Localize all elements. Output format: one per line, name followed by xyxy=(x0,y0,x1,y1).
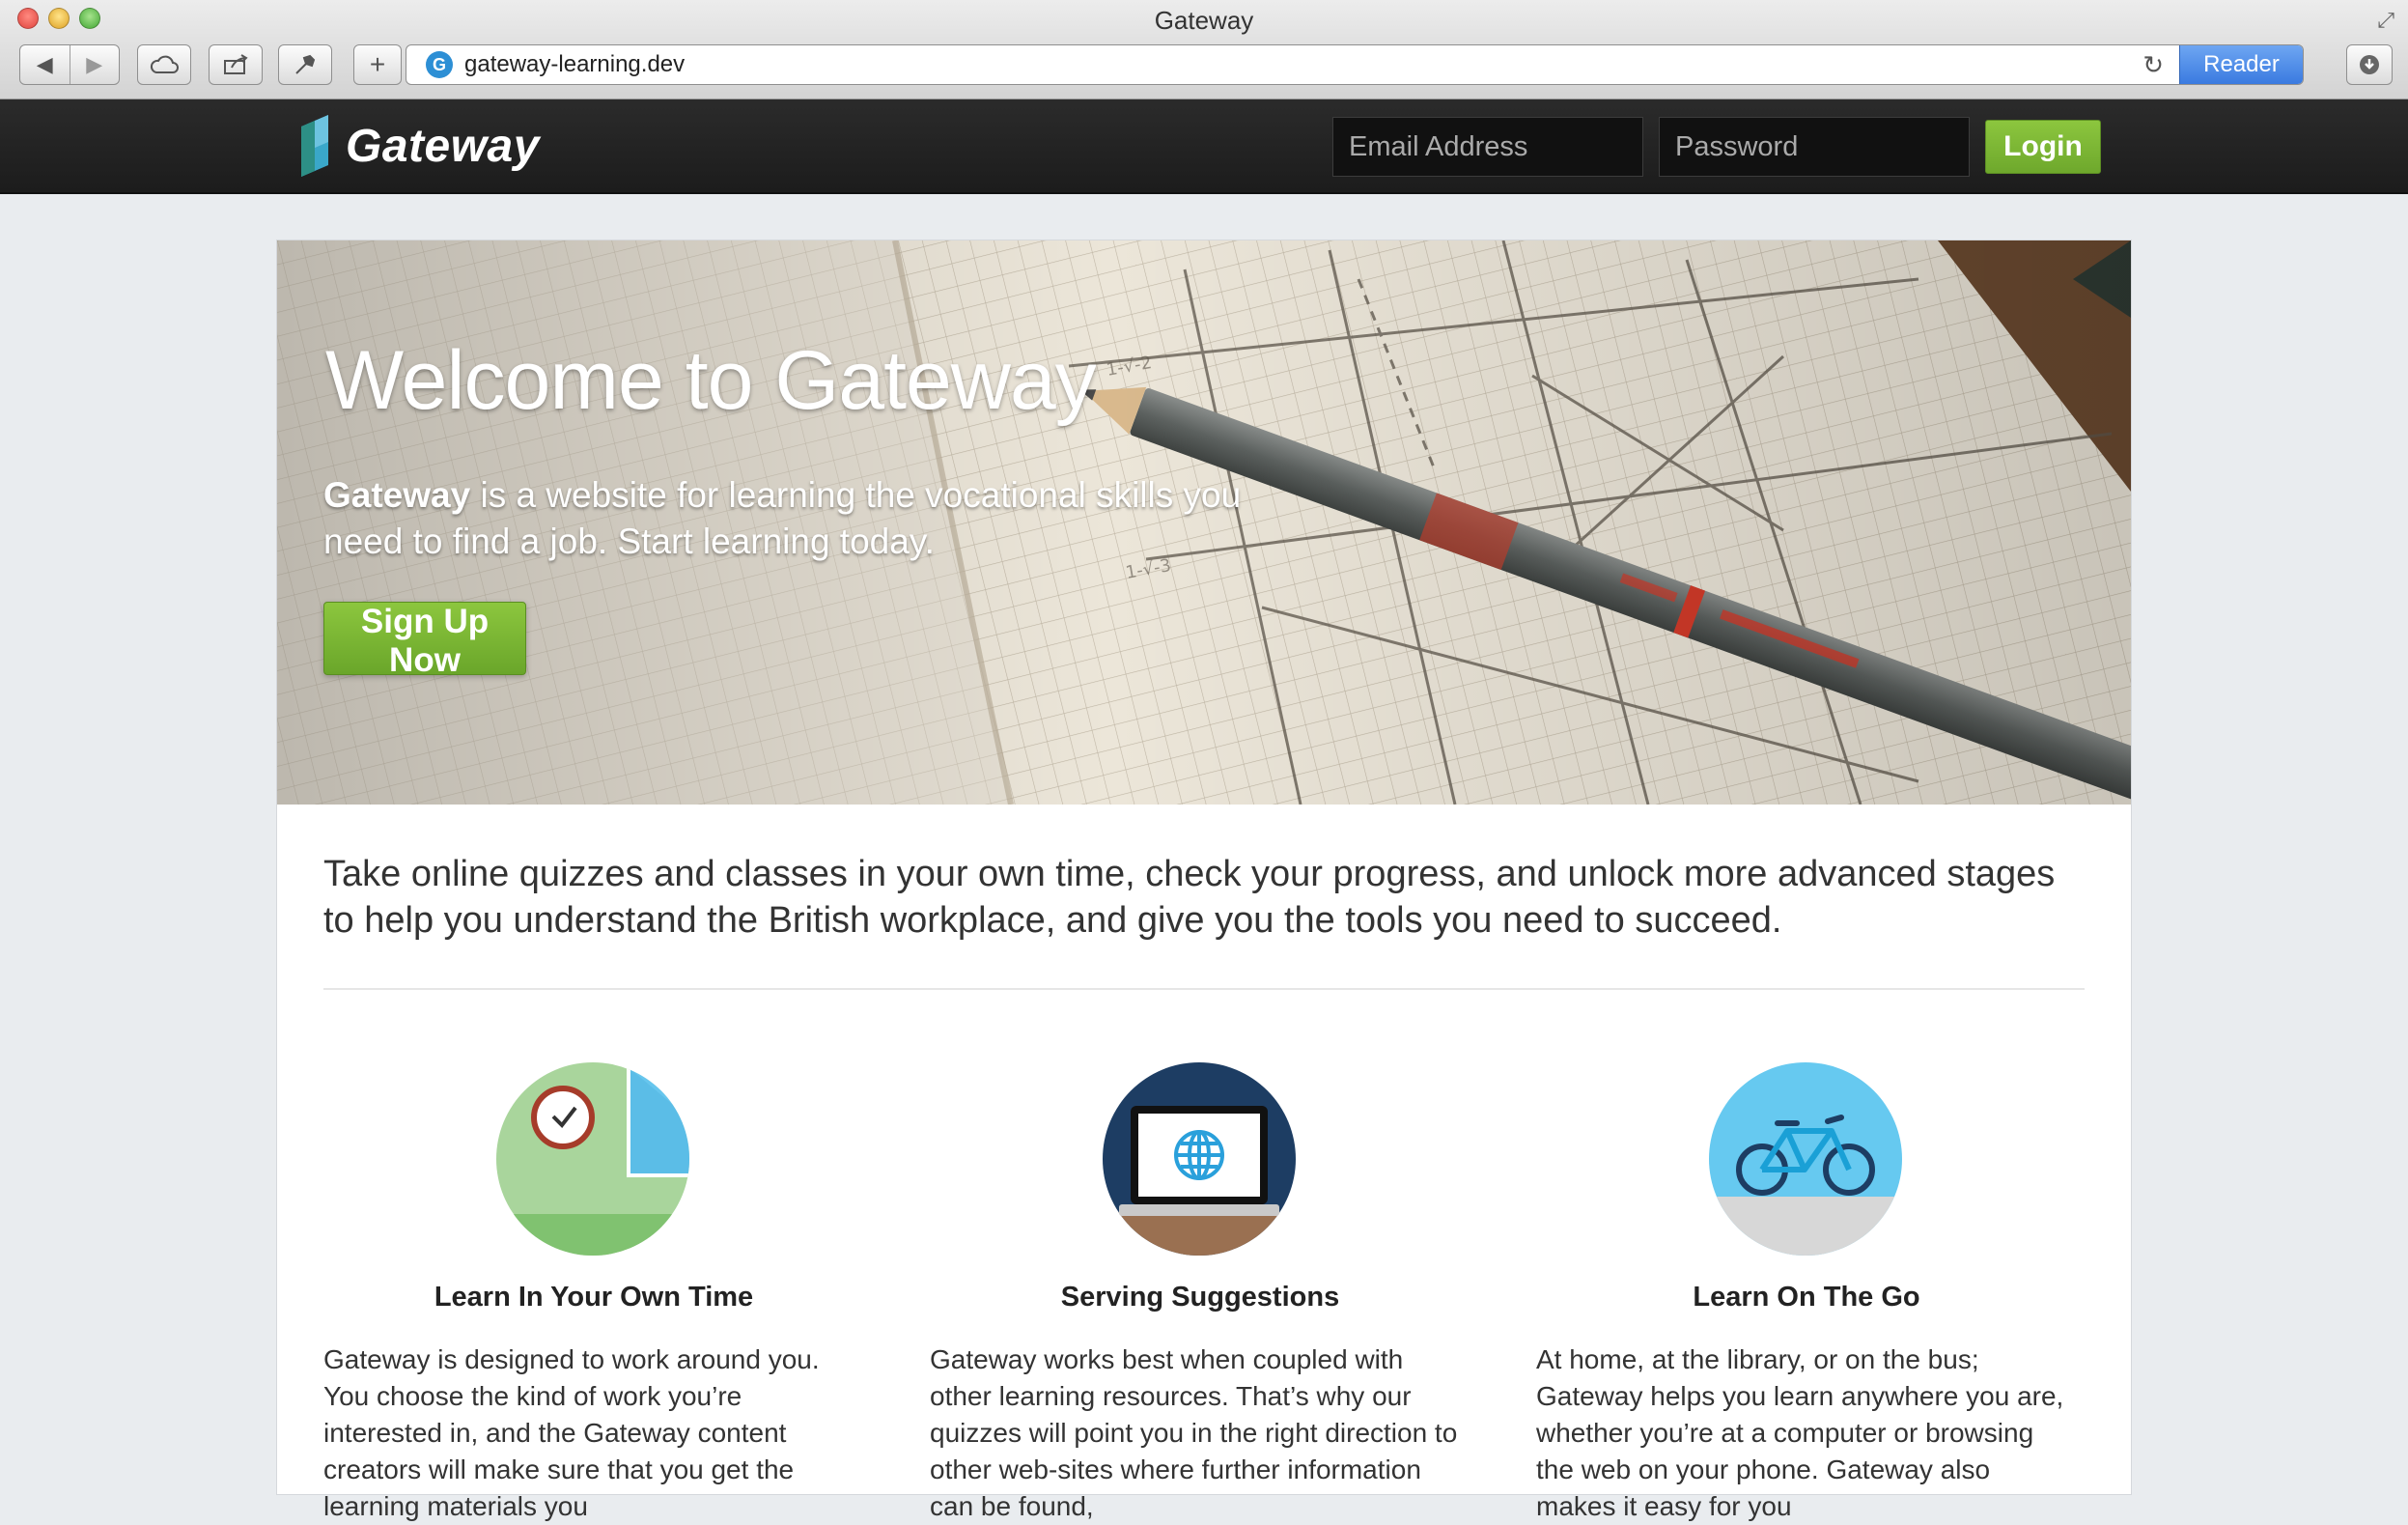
hero-title: Welcome to Gateway xyxy=(325,334,1097,427)
hero-brand-name: Gateway xyxy=(323,475,471,515)
window-title: Gateway xyxy=(1154,6,1254,35)
url-text[interactable]: gateway-learning.dev xyxy=(464,51,2142,78)
back-button[interactable]: ◀ xyxy=(20,45,70,84)
feature-description: Gateway works best when coupled with oth… xyxy=(930,1344,1458,1521)
new-tab-icon: + xyxy=(369,49,386,79)
clock-chart-icon xyxy=(496,1062,689,1256)
feature-description: At home, at the library, or on the bus; … xyxy=(1536,1344,2064,1521)
feature-description: Gateway is designed to work around you. … xyxy=(323,1344,820,1521)
hero-description: Gateway is a website for learning the vo… xyxy=(323,472,1270,565)
section-divider xyxy=(323,988,2085,990)
login-form: Login xyxy=(1332,117,2101,177)
address-bar[interactable]: G gateway-learning.dev ↻ Reader xyxy=(406,44,2304,85)
laptop-globe-icon xyxy=(1103,1062,1296,1256)
downloads-button[interactable] xyxy=(2346,44,2393,85)
feature-title: Learn In Your Own Time xyxy=(434,1282,754,1313)
intro-text: Take online quizzes and classes in your … xyxy=(323,854,2056,941)
password-field[interactable] xyxy=(1659,117,1970,177)
forward-icon: ▶ xyxy=(86,52,103,76)
site-logo[interactable]: Gateway xyxy=(299,113,540,179)
new-tab-button[interactable]: + xyxy=(353,44,402,85)
sign-up-button[interactable]: Sign Up Now xyxy=(323,602,526,679)
downloads-icon xyxy=(2360,55,2379,74)
login-button[interactable]: Login xyxy=(1985,120,2101,174)
hero-banner: 1-√-2 1-√-3 Welcome to Gateway Gateway i… xyxy=(277,240,2131,805)
reload-icon[interactable]: ↻ xyxy=(2142,50,2164,80)
feature-title: Learn On The Go xyxy=(1693,1282,1920,1313)
browser-toolbar: ◀ ▶ + G gateway-learning.dev ↻ Reader xyxy=(15,44,2393,87)
share-icon xyxy=(224,54,248,74)
back-icon: ◀ xyxy=(36,52,53,76)
reader-button[interactable]: Reader xyxy=(2179,45,2303,84)
email-field[interactable] xyxy=(1332,117,1643,177)
fullscreen-icon[interactable]: ⤢ xyxy=(2377,8,2394,33)
back-forward-group: ◀ ▶ xyxy=(19,44,120,85)
feature-title: Serving Suggestions xyxy=(1060,1282,1340,1313)
icloud-tabs-button[interactable] xyxy=(137,44,191,85)
forward-button[interactable]: ▶ xyxy=(69,45,120,84)
icloud-tabs-icon xyxy=(150,55,179,73)
main-content-card: 1-√-2 1-√-3 Welcome to Gateway Gateway i… xyxy=(276,240,2132,1521)
tools-button[interactable] xyxy=(278,44,332,85)
gateway-logo-icon xyxy=(301,115,328,177)
bicycle-icon xyxy=(1709,1062,1902,1256)
logo-text: Gateway xyxy=(346,120,540,172)
share-button[interactable] xyxy=(209,44,263,85)
site-favicon: G xyxy=(426,51,453,78)
site-header: Gateway Login xyxy=(0,99,2408,194)
browser-chrome: Gateway ⤢ ◀ ▶ + G gateway-learning.dev ↻… xyxy=(0,0,2408,99)
tools-icon xyxy=(295,54,316,74)
